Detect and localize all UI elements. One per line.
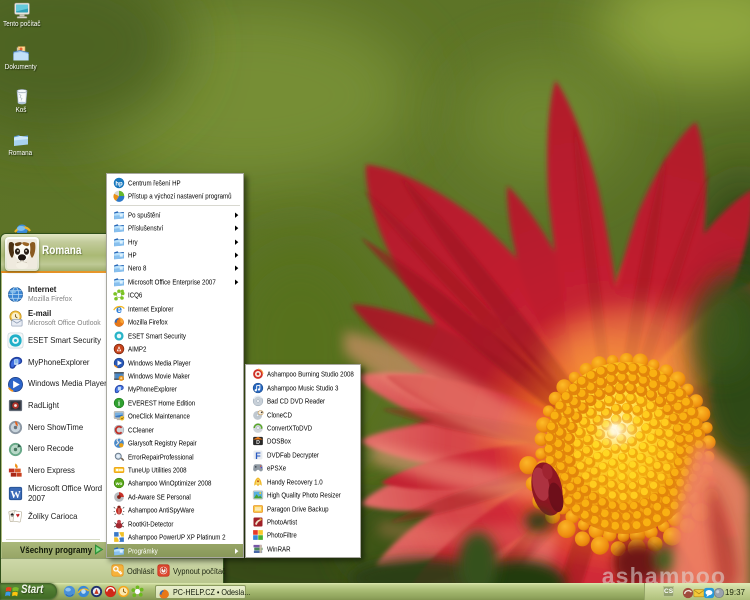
svg-text:hp: hp (115, 181, 123, 187)
svg-text:F: F (255, 451, 261, 461)
svg-text:D: D (256, 440, 260, 446)
svg-text:♠: ♠ (10, 512, 14, 519)
svg-text:i: i (118, 399, 120, 407)
svg-text:W: W (10, 490, 21, 501)
svg-text:wo: wo (115, 482, 123, 487)
svg-text:♥: ♥ (16, 513, 20, 520)
svg-text:e: e (116, 304, 122, 315)
